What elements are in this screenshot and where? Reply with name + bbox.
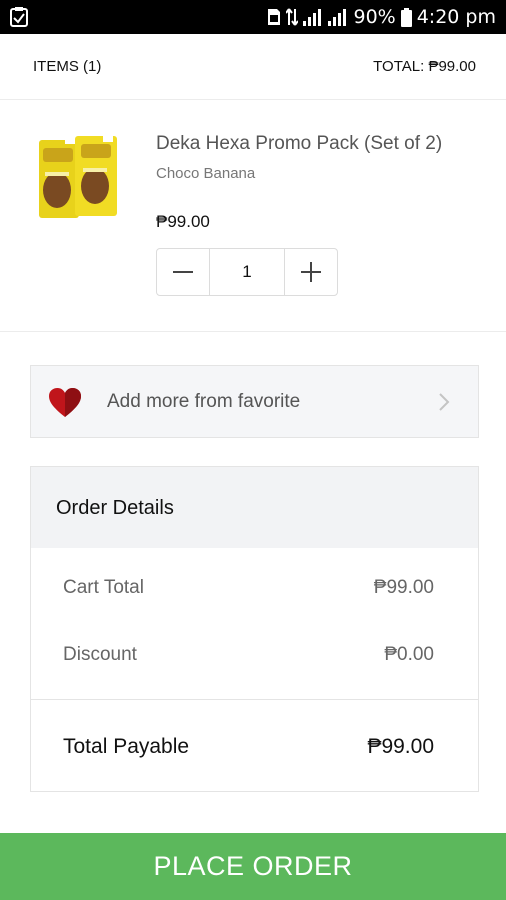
cart-total-label: Cart Total [63,577,144,598]
chevron-right-icon [439,393,450,411]
total-payable-row: Total Payable ₱99.00 [63,735,434,759]
discount-value: ₱0.00 [384,644,434,665]
cart-total-value: ₱99.00 [373,577,434,598]
product-price: ₱99.00 [156,212,210,231]
product-image[interactable] [35,134,121,224]
add-from-favorite-row[interactable]: Add more from favorite [30,365,479,438]
quantity-stepper: 1 [156,248,338,296]
cart-total-summary: TOTAL: ₱99.00 [373,58,476,75]
order-details-header: Order Details [31,467,478,548]
sim-card-icon [268,9,281,25]
quantity-value[interactable]: 1 [209,249,285,295]
clipboard-icon [10,7,28,27]
discount-row: Discount ₱0.00 [63,644,434,666]
battery-percentage: 90% [353,6,396,28]
total-payable-value: ₱99.00 [367,735,434,758]
decrease-quantity-button[interactable] [157,249,209,295]
total-payable-label: Total Payable [63,735,190,758]
data-transfer-icon [286,8,299,26]
discount-label: Discount [63,644,137,665]
battery-icon [400,7,412,27]
order-details-card: Order Details Cart Total ₱99.00 Discount… [30,466,479,792]
plus-icon [301,262,321,282]
product-variant: Choco Banana [156,165,256,182]
add-from-favorite-label: Add more from favorite [107,391,301,412]
status-bar: 90% 4:20 pm [0,0,506,34]
order-details-divider [31,699,478,700]
items-count: ITEMS (1) [33,58,102,75]
minus-icon [173,271,193,273]
signal-strength-icon-2 [328,9,347,26]
cart-total-row: Cart Total ₱99.00 [63,577,434,599]
cart-header: ITEMS (1) TOTAL: ₱99.00 [0,34,506,100]
product-name[interactable]: Deka Hexa Promo Pack (Set of 2) [156,133,442,155]
cart-item: Deka Hexa Promo Pack (Set of 2) Choco Ba… [0,100,506,332]
place-order-button[interactable]: PLACE ORDER [0,833,506,900]
clock: 4:20 pm [416,6,496,28]
order-details-title: Order Details [56,497,174,519]
increase-quantity-button[interactable] [285,249,337,295]
heart-icon [49,388,81,417]
signal-strength-icon [303,9,322,26]
